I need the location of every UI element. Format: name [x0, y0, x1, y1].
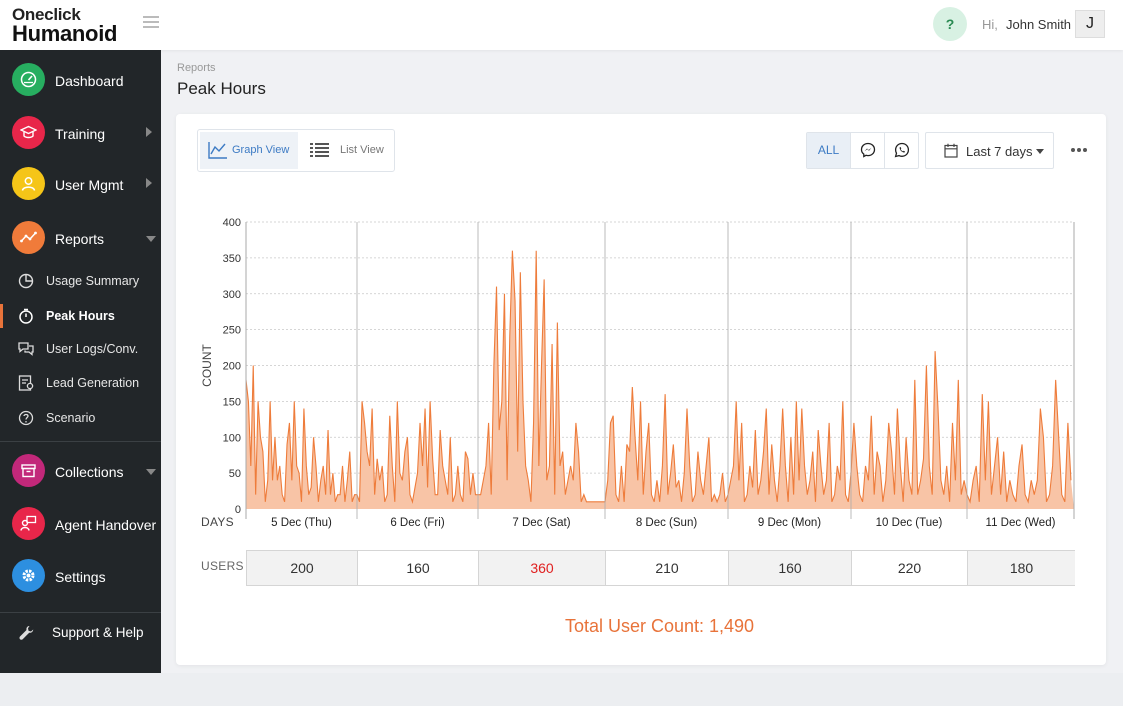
- sidebar-item-label: Agent Handover: [55, 517, 157, 533]
- report-card: Graph View List View ALL Last 7 days 0 50…: [176, 114, 1106, 665]
- app-logo[interactable]: Oneclick Humanoid: [12, 6, 122, 46]
- chevron-right-icon: [146, 127, 152, 137]
- agent-icon: [12, 507, 45, 540]
- sidebar-item-label: Settings: [55, 569, 106, 585]
- sidebar-item-support[interactable]: Support & Help: [0, 616, 161, 666]
- sidebar-divider: [0, 612, 161, 613]
- users-table: 200 160 360 210 160 220 180: [246, 550, 1075, 586]
- sidebar-divider: [0, 441, 161, 442]
- chevron-down-icon: [146, 236, 156, 242]
- users-cell: 220: [852, 551, 968, 585]
- top-bar: Oneclick Humanoid ? Hi, John Smith J: [0, 0, 1123, 50]
- sidebar-item-label: User Mgmt: [55, 177, 124, 193]
- y-tick-label: 250: [223, 325, 241, 337]
- sidebar-item-settings[interactable]: Settings: [0, 550, 161, 600]
- total-user-count: Total User Count: 1,490: [564, 616, 755, 636]
- x-tick-label: 9 Dec (Mon): [758, 517, 821, 529]
- sidebar-item-agent-handover[interactable]: Agent Handover: [0, 498, 161, 548]
- y-tick-label: 150: [223, 396, 241, 408]
- menu-toggle-icon[interactable]: [143, 16, 159, 30]
- user-icon: [12, 167, 45, 200]
- y-tick-label: 0: [235, 504, 241, 516]
- users-cell: 180: [968, 551, 1075, 585]
- sidebar-subitem-label: Peak Hours: [46, 309, 115, 323]
- page-title: Peak Hours: [177, 79, 266, 98]
- line-chart-icon: [12, 221, 45, 254]
- archive-icon: [12, 454, 45, 487]
- sidebar-item-collections[interactable]: Collections: [0, 445, 161, 495]
- active-indicator: [0, 304, 3, 328]
- breadcrumb[interactable]: Reports: [177, 62, 216, 74]
- sidebar-subitem-peak-hours[interactable]: Peak Hours: [0, 300, 161, 332]
- user-name[interactable]: John Smith: [1006, 17, 1071, 32]
- sidebar-item-label: Reports: [55, 231, 105, 247]
- help-button[interactable]: ?: [933, 7, 967, 41]
- chevron-down-icon: [146, 469, 156, 475]
- sidebar-item-label: Training: [55, 126, 106, 142]
- gauge-icon: [12, 63, 45, 96]
- y-tick-label: 50: [229, 468, 241, 480]
- sidebar-subitem-lead-generation[interactable]: Lead Generation: [0, 367, 161, 399]
- sidebar-item-reports[interactable]: Reports: [0, 212, 161, 262]
- sidebar-item-label: Dashboard: [55, 73, 124, 89]
- sidebar-subitem-label: User Logs/Conv.: [46, 342, 139, 356]
- y-tick-label: 300: [223, 289, 241, 301]
- pie-chart-icon: [18, 273, 34, 289]
- x-tick-label: 11 Dec (Wed): [986, 517, 1056, 529]
- sidebar-subitem-label: Lead Generation: [46, 376, 140, 390]
- sidebar-subitem-label: Usage Summary: [46, 274, 140, 288]
- chat-bubbles-icon: [18, 342, 34, 356]
- users-cell: 360: [479, 551, 606, 585]
- users-cell: 210: [606, 551, 729, 585]
- graduation-cap-icon: [12, 116, 45, 149]
- sidebar-item-training[interactable]: Training: [0, 107, 161, 157]
- sidebar-item-user-mgmt[interactable]: User Mgmt: [0, 158, 161, 208]
- sidebar-item-label: Support & Help: [52, 625, 144, 640]
- chevron-right-icon: [146, 178, 152, 188]
- x-tick-label: 6 Dec (Fri): [390, 517, 444, 529]
- x-tick-label: 7 Dec (Sat): [512, 517, 570, 529]
- lead-form-icon: [18, 375, 34, 391]
- sidebar-subitem-scenario[interactable]: Scenario: [0, 402, 161, 434]
- y-axis-title: COUNT: [200, 344, 214, 387]
- stopwatch-icon: [19, 308, 33, 324]
- users-cell: 200: [247, 551, 358, 585]
- x-tick-label: 10 Dec (Tue): [876, 517, 943, 529]
- x-tick-label: 5 Dec (Thu): [271, 517, 332, 529]
- users-cell: 160: [358, 551, 479, 585]
- y-tick-label: 200: [223, 361, 241, 373]
- peak-hours-chart: 0 50 100 150 200 250 300 350 400 COUNT DAYS 5 Dec (…: [200, 217, 1075, 529]
- logo-bottom-text: Humanoid: [12, 21, 118, 46]
- y-tick-label: 400: [223, 217, 241, 229]
- question-bubble-icon: [18, 410, 34, 426]
- sidebar-subitem-user-logs[interactable]: User Logs/Conv.: [0, 333, 161, 365]
- users-cell: 160: [729, 551, 852, 585]
- y-tick-label: 350: [223, 253, 241, 265]
- x-tick-label: 8 Dec (Sun): [636, 517, 698, 529]
- series-area: [246, 250, 1074, 509]
- series-line: [245, 250, 1072, 504]
- gear-icon: [12, 559, 45, 592]
- x-axis-title: DAYS: [201, 515, 234, 529]
- footer-strip: [0, 673, 1123, 706]
- greeting-text: Hi,: [982, 17, 998, 32]
- users-row-label: USERS: [201, 559, 244, 573]
- avatar[interactable]: J: [1075, 10, 1105, 38]
- sidebar-subitem-usage-summary[interactable]: Usage Summary: [0, 265, 161, 297]
- sidebar-subitem-label: Scenario: [46, 411, 96, 425]
- sidebar: Dashboard Training User Mgmt Reports Usa…: [0, 50, 161, 673]
- y-tick-label: 100: [223, 432, 241, 444]
- wrench-icon: [19, 626, 34, 640]
- sidebar-item-dashboard[interactable]: Dashboard: [0, 54, 161, 104]
- sidebar-item-label: Collections: [55, 464, 124, 480]
